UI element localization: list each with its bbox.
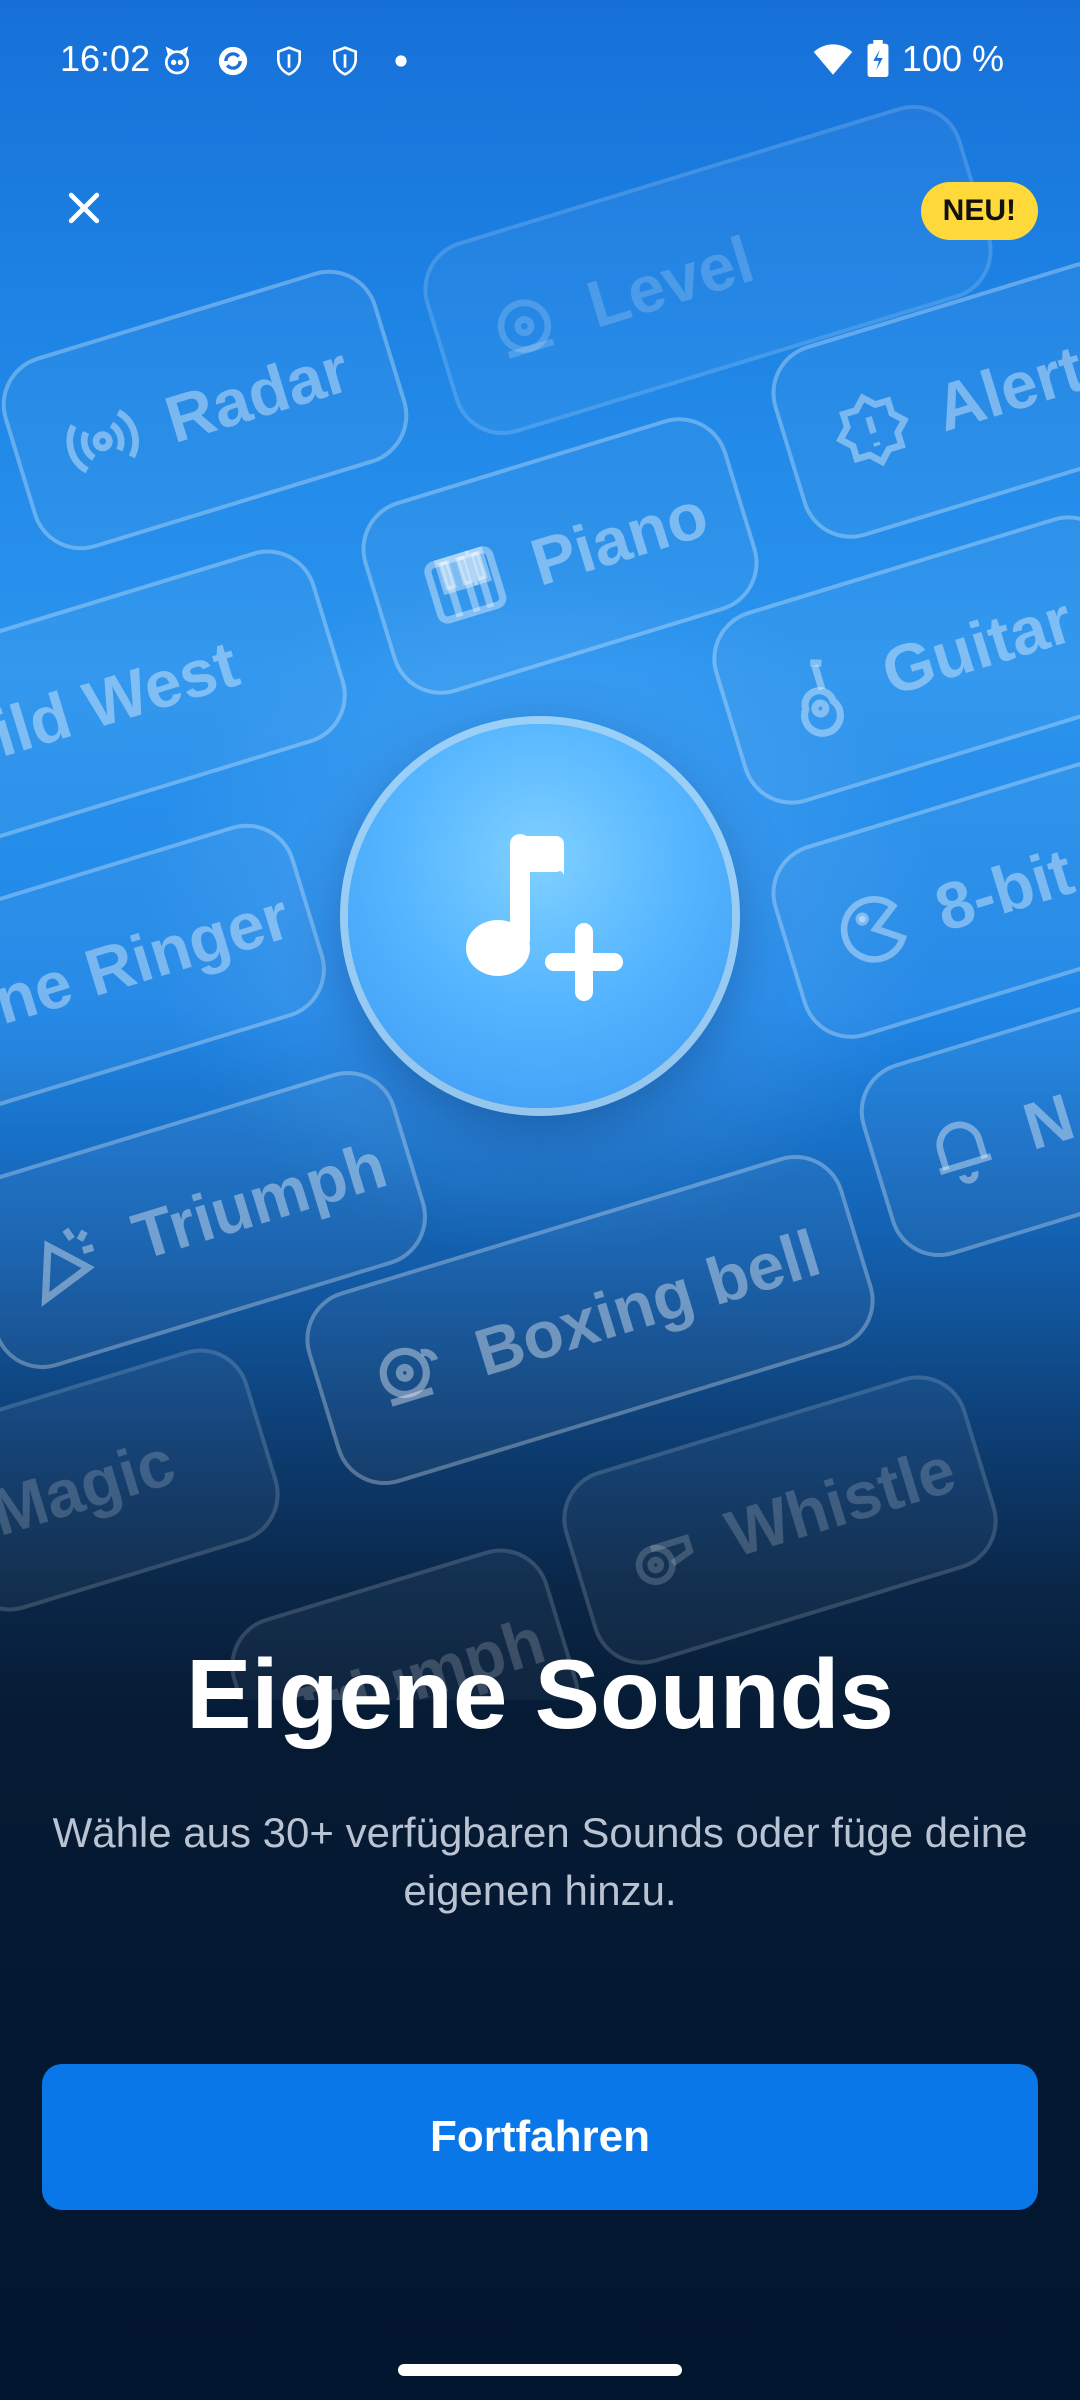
status-bar: 16:02 100 %: [0, 0, 1080, 128]
bell-icon: [497, 299, 555, 359]
piano-icon: [424, 546, 507, 624]
cat-icon: [160, 44, 194, 78]
chip-wild-west: Wild West: [0, 537, 360, 863]
sync-icon: [216, 44, 250, 78]
status-time: 16:02: [60, 38, 151, 79]
chip-label: 8-bit: [926, 833, 1080, 946]
continue-button[interactable]: Fortfahren: [42, 2064, 1038, 2210]
chip-n: N: [847, 990, 1080, 1270]
chip-label: Whistle: [717, 1431, 964, 1572]
pacman-icon: [840, 896, 907, 963]
chip-magic: Magic: [0, 1336, 293, 1624]
screen: Level Radar Alert Piano Wild West Guitar…: [0, 0, 1080, 2400]
chip-label: Level: [578, 221, 762, 342]
chip-label: Boxing bell: [466, 1215, 829, 1390]
chip-piano: Piano: [349, 404, 771, 708]
chip-label: Guitar: [873, 581, 1080, 710]
chip-label: Alert: [926, 330, 1080, 446]
chip-label: Piano: [522, 476, 716, 600]
chip-label: Triumph: [123, 1126, 395, 1274]
hero-icon-circle: [348, 724, 732, 1108]
close-icon: [68, 192, 100, 224]
wifi-icon: [813, 44, 853, 75]
whistle-icon: [635, 1534, 694, 1585]
bell-icon: [379, 1347, 439, 1407]
chip-label: Radar: [156, 331, 358, 457]
alert-icon: [836, 393, 909, 467]
bell-icon: [936, 1121, 993, 1184]
home-indicator[interactable]: [398, 2364, 682, 2376]
new-badge: NEU!: [920, 182, 1038, 240]
page-subtitle: Wähle aus 30+ verfügbaren Sounds oder fü…: [52, 1809, 1028, 1914]
battery-charging-icon: [867, 40, 889, 78]
status-notification-icons: [160, 44, 418, 78]
chip-label: Magic: [0, 1424, 183, 1550]
chip-label: Phone Ringer: [0, 878, 298, 1075]
chip-label: Wild West: [0, 626, 247, 789]
party-icon: [41, 1227, 95, 1307]
shield-icon: [328, 44, 362, 78]
status-system-icons: 100 %: [812, 38, 1004, 80]
music-note-plus-icon: [466, 834, 623, 1001]
radar-icon: [66, 409, 139, 474]
chip-label: N: [1014, 1078, 1080, 1164]
dot-icon: [384, 44, 418, 78]
chip-radar: Radar: [0, 257, 421, 563]
guitar-icon: [801, 659, 844, 737]
battery-percentage: 100 %: [901, 38, 1004, 79]
page-title: Eigene Sounds: [186, 1639, 894, 1749]
close-button[interactable]: [48, 172, 120, 244]
shield-icon: [272, 44, 306, 78]
